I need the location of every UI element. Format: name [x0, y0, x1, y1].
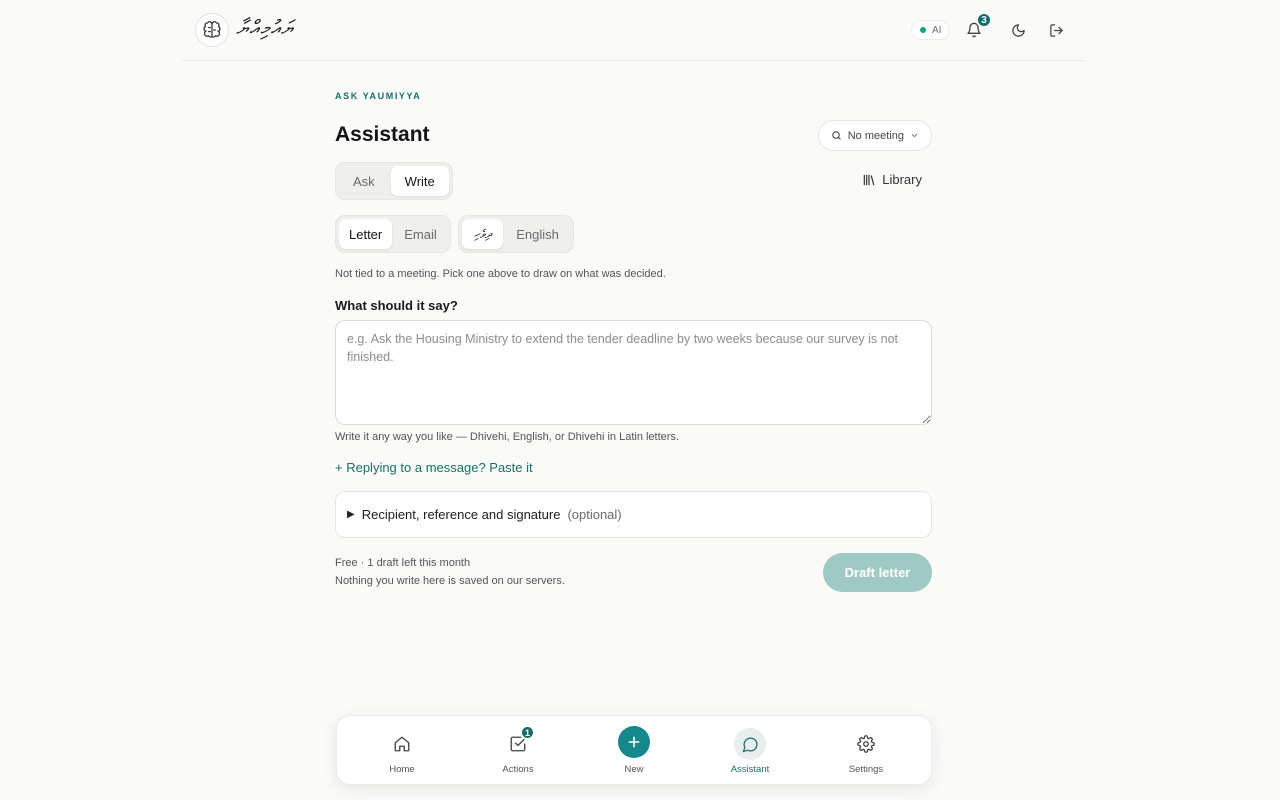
actions-badge: 1: [520, 725, 535, 740]
prompt-textarea[interactable]: [335, 320, 932, 425]
nav-settings[interactable]: Settings: [816, 716, 916, 786]
page-eyebrow: ASK YAUMIYYA: [335, 91, 422, 101]
nav-actions-label: Actions: [502, 764, 534, 775]
checkbox-icon: 1: [502, 725, 535, 760]
logout-icon: [1049, 23, 1063, 37]
nav-new[interactable]: New: [584, 716, 684, 786]
moon-icon: [1011, 23, 1025, 37]
nav-actions[interactable]: 1 Actions: [468, 716, 568, 786]
tab-dhivehi[interactable]: ދިވެހި: [462, 219, 504, 249]
meeting-selector-label: No meeting: [847, 129, 904, 142]
language-tabs: ދިވެހި English: [458, 215, 574, 253]
bottom-nav: Home 1 Actions New Assistant Settings: [336, 715, 932, 785]
tab-ask[interactable]: Ask: [339, 166, 389, 196]
meeting-note: Not tied to a meeting. Pick one above to…: [335, 268, 666, 280]
page-title: Assistant: [335, 123, 430, 146]
logout-button[interactable]: [1044, 18, 1068, 42]
top-header: ޔައުމިއްޔާ AI 3: [180, 0, 1086, 61]
nav-settings-label: Settings: [848, 764, 884, 775]
ai-status-pill[interactable]: AI: [911, 20, 951, 40]
chat-icon: [734, 728, 766, 760]
nav-new-label: New: [624, 764, 644, 775]
theme-toggle-button[interactable]: [1006, 18, 1030, 42]
tab-write[interactable]: Write: [390, 166, 449, 196]
privacy-note: Nothing you write here is saved on our s…: [335, 575, 565, 587]
brain-logo-icon[interactable]: [195, 13, 229, 47]
tab-email[interactable]: Email: [394, 219, 447, 249]
notifications-button[interactable]: 3: [962, 12, 992, 42]
plan-info: Free · 1 draft left this month: [335, 557, 471, 569]
prompt-label: What should it say?: [335, 298, 458, 313]
nav-home[interactable]: Home: [352, 716, 452, 786]
gear-icon: [850, 728, 882, 760]
mode-tabs: Ask Write: [335, 162, 453, 200]
draft-letter-button[interactable]: Draft letter: [823, 553, 932, 592]
plus-icon: [618, 726, 650, 758]
prompt-hint: Write it any way you like — Dhivehi, Eng…: [335, 431, 679, 443]
library-button[interactable]: Library: [862, 172, 922, 187]
tab-letter[interactable]: Letter: [339, 219, 393, 249]
ai-label: AI: [932, 24, 942, 36]
library-label: Library: [882, 172, 922, 187]
notifications-badge: 3: [976, 12, 992, 28]
search-icon: [832, 131, 841, 140]
ai-status-dot: [920, 27, 926, 33]
meeting-selector[interactable]: No meeting: [817, 120, 932, 151]
details-optional: (optional): [567, 507, 622, 522]
brand-name: ޔައުމިއްޔާ: [236, 16, 294, 40]
paste-reply-link[interactable]: + Replying to a message? Paste it: [335, 460, 533, 475]
nav-assistant[interactable]: Assistant: [700, 716, 800, 786]
nav-home-label: Home: [389, 764, 415, 775]
doc-type-tabs: Letter Email: [335, 215, 451, 253]
disclosure-triangle-icon: ▶: [347, 509, 355, 520]
nav-assistant-label: Assistant: [730, 764, 770, 775]
chevron-down-icon: [911, 133, 918, 138]
home-icon: [386, 728, 418, 760]
recipient-details-toggle[interactable]: ▶ Recipient, reference and signature (op…: [335, 491, 932, 538]
details-title: Recipient, reference and signature: [361, 507, 561, 522]
library-icon: [864, 174, 875, 185]
tab-english[interactable]: English: [505, 219, 570, 249]
